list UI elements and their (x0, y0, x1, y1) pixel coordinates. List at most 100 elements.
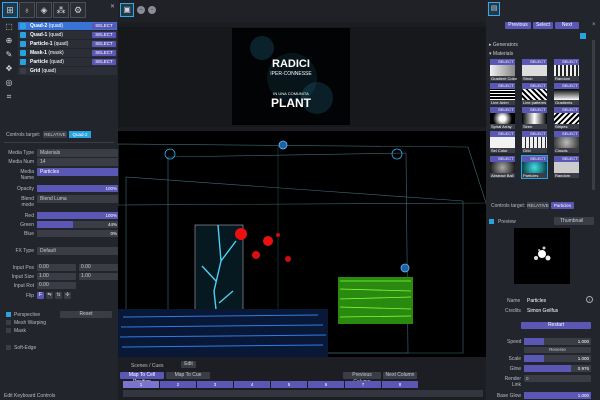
layer-checkbox[interactable] (20, 68, 26, 74)
move-tool-icon[interactable]: ✥ (4, 64, 14, 74)
cue-cell[interactable]: 6 (308, 381, 344, 388)
cue-cell[interactable]: 2 (160, 381, 196, 388)
layer-item[interactable]: Quad-1 (quad) SELECT (18, 31, 117, 39)
input-pos-x[interactable]: 0.00 (37, 264, 76, 271)
input-size-x[interactable]: 1.00 (37, 273, 76, 280)
layer-select-button[interactable]: SELECT (92, 32, 116, 38)
layer-item[interactable]: Grid (quad) (18, 67, 117, 75)
select-button[interactable]: Select (533, 22, 553, 29)
material-tile[interactable]: SELECT Random (554, 59, 579, 81)
fx-select[interactable]: Default (37, 247, 119, 255)
next-column-button[interactable]: Next Column (383, 372, 417, 379)
restore-icon[interactable]: ▫ (148, 6, 156, 14)
layer-item[interactable]: Quad-2 (quad) SELECT (18, 22, 117, 30)
flip-h-icon[interactable]: ⇆ (46, 292, 53, 299)
layer-checkbox[interactable] (20, 59, 26, 65)
media-type-select[interactable]: Materials (37, 149, 119, 157)
layer-checkbox[interactable] (20, 50, 26, 56)
mask-checkbox[interactable] (6, 328, 11, 333)
material-tile[interactable]: SELECT Abstract Ball (490, 156, 515, 178)
layer-select-button[interactable]: SELECT (92, 23, 116, 29)
input-size-y[interactable]: 1.00 (79, 273, 119, 280)
material-tile[interactable]: SELECT Strob (522, 59, 547, 81)
material-tile[interactable]: SELECT Spiral Array (490, 107, 515, 129)
bulb-icon[interactable]: ♁ (19, 2, 35, 18)
material-tile[interactable]: SELECT Line Anim (490, 83, 515, 105)
layer-item[interactable]: Particle-1 (quad) SELECT (18, 40, 117, 48)
library-icon[interactable]: ▤ (488, 2, 500, 16)
layer-checkbox[interactable] (20, 23, 26, 29)
generators-toggle[interactable]: ▸ Generators (489, 42, 518, 48)
layer-checkbox[interactable] (20, 41, 26, 47)
cue-cell[interactable]: 7 (345, 381, 381, 388)
media-name-field[interactable]: Particles (37, 168, 119, 176)
material-tile[interactable]: SELECT Grid (522, 131, 547, 153)
right-controls-target-value[interactable]: Particles (551, 202, 574, 209)
mapping-canvas[interactable] (117, 131, 487, 357)
right-checkbox[interactable] (580, 33, 586, 39)
cue-cell[interactable]: 5 (271, 381, 307, 388)
cue-cell[interactable]: 4 (234, 381, 270, 388)
input-pos-y[interactable]: 0.00 (79, 264, 119, 271)
layer-select-button[interactable]: SELECT (92, 50, 116, 56)
red-slider[interactable]: 100% (37, 212, 119, 219)
cue-cell[interactable]: 1 (123, 381, 159, 388)
material-tile[interactable]: SELECT Stripes (554, 107, 579, 129)
scale-slider[interactable]: 1.000 (524, 355, 591, 362)
material-tile[interactable]: SELECT Random (554, 156, 579, 178)
reset-button[interactable]: Reset (60, 311, 112, 318)
materials-toggle[interactable]: ▾ Materials (489, 51, 513, 57)
layer-checkbox[interactable] (20, 32, 26, 38)
reverse-button[interactable]: Reverse (524, 347, 591, 353)
material-tile[interactable]: SELECT Line patterns (522, 83, 547, 105)
map-to-cue-button[interactable]: Map To Cue (166, 372, 210, 379)
layer-select-button[interactable]: SELECT (92, 59, 116, 65)
opacity-slider[interactable]: 100% (37, 185, 119, 192)
thumbnail-select[interactable]: Thumbnail (554, 217, 594, 225)
right-close-icon[interactable]: × (592, 22, 596, 28)
cue-cell[interactable]: 8 (382, 381, 418, 388)
material-tile[interactable]: SELECT Gradients (554, 83, 579, 105)
flip-none-icon[interactable]: F (37, 292, 44, 299)
window-icon[interactable]: ▣ (120, 3, 134, 17)
scenes-edit-button[interactable]: Edit (181, 361, 196, 368)
collapse-icon[interactable]: ✕ (110, 3, 115, 10)
soft-edge-checkbox[interactable] (6, 345, 11, 350)
render-link-input[interactable]: 0 (524, 375, 591, 382)
material-tile[interactable]: SELECT Sel Color (490, 131, 515, 153)
gear-icon[interactable]: ⚙ (70, 2, 86, 18)
flip-v-icon[interactable]: ⇅ (55, 292, 62, 299)
relative-toggle[interactable]: RELATIVE (43, 131, 67, 138)
speed-slider[interactable]: 1.000 (524, 338, 591, 345)
tiles-scrollbar[interactable] (592, 40, 595, 190)
layer-item[interactable]: Mask-1 (mask) SELECT (18, 49, 117, 57)
base-glow-slider[interactable]: 1.000 (524, 392, 591, 399)
material-tile[interactable]: SELECT Particles (521, 155, 548, 179)
layer-item[interactable]: Particle (quad) SELECT (18, 58, 117, 66)
next-button[interactable]: Next (555, 22, 579, 29)
right-relative-toggle[interactable]: RELATIVE (527, 202, 549, 209)
material-tile[interactable]: SELECT Siren (522, 107, 547, 129)
circle-tool-icon[interactable]: ◎ (4, 78, 14, 88)
blue-slider[interactable]: 0% (37, 230, 119, 237)
cue-cell[interactable]: 3 (197, 381, 233, 388)
crop-tool-icon[interactable]: ⌗ (4, 92, 14, 102)
minimize-icon[interactable]: − (137, 6, 145, 14)
glow-slider[interactable]: 0.976 (524, 365, 591, 372)
material-tile[interactable]: SELECT Clouds (554, 131, 579, 153)
layers-icon[interactable]: ◈ (36, 2, 52, 18)
perspective-checkbox[interactable] (6, 312, 11, 317)
flip-both-icon[interactable]: ✣ (64, 292, 71, 299)
preview-checkbox[interactable] (489, 219, 494, 224)
controls-target-value[interactable]: Quad-2 (69, 131, 91, 138)
shapes-icon[interactable]: ⁂ (53, 2, 69, 18)
previous-column-button[interactable]: Previous Column (343, 372, 381, 385)
info-icon[interactable]: i (586, 296, 593, 303)
restart-button[interactable]: Restart (521, 322, 591, 329)
pen-tool-icon[interactable]: ✎ (4, 50, 14, 60)
green-slider[interactable]: 44% (37, 221, 119, 228)
select-tool-icon[interactable]: ⬚ (4, 22, 14, 32)
map-to-cell-button[interactable]: Map To Cell Position (120, 372, 164, 385)
mesh-warping-checkbox[interactable] (6, 320, 11, 325)
previous-button[interactable]: Previous (505, 22, 531, 29)
